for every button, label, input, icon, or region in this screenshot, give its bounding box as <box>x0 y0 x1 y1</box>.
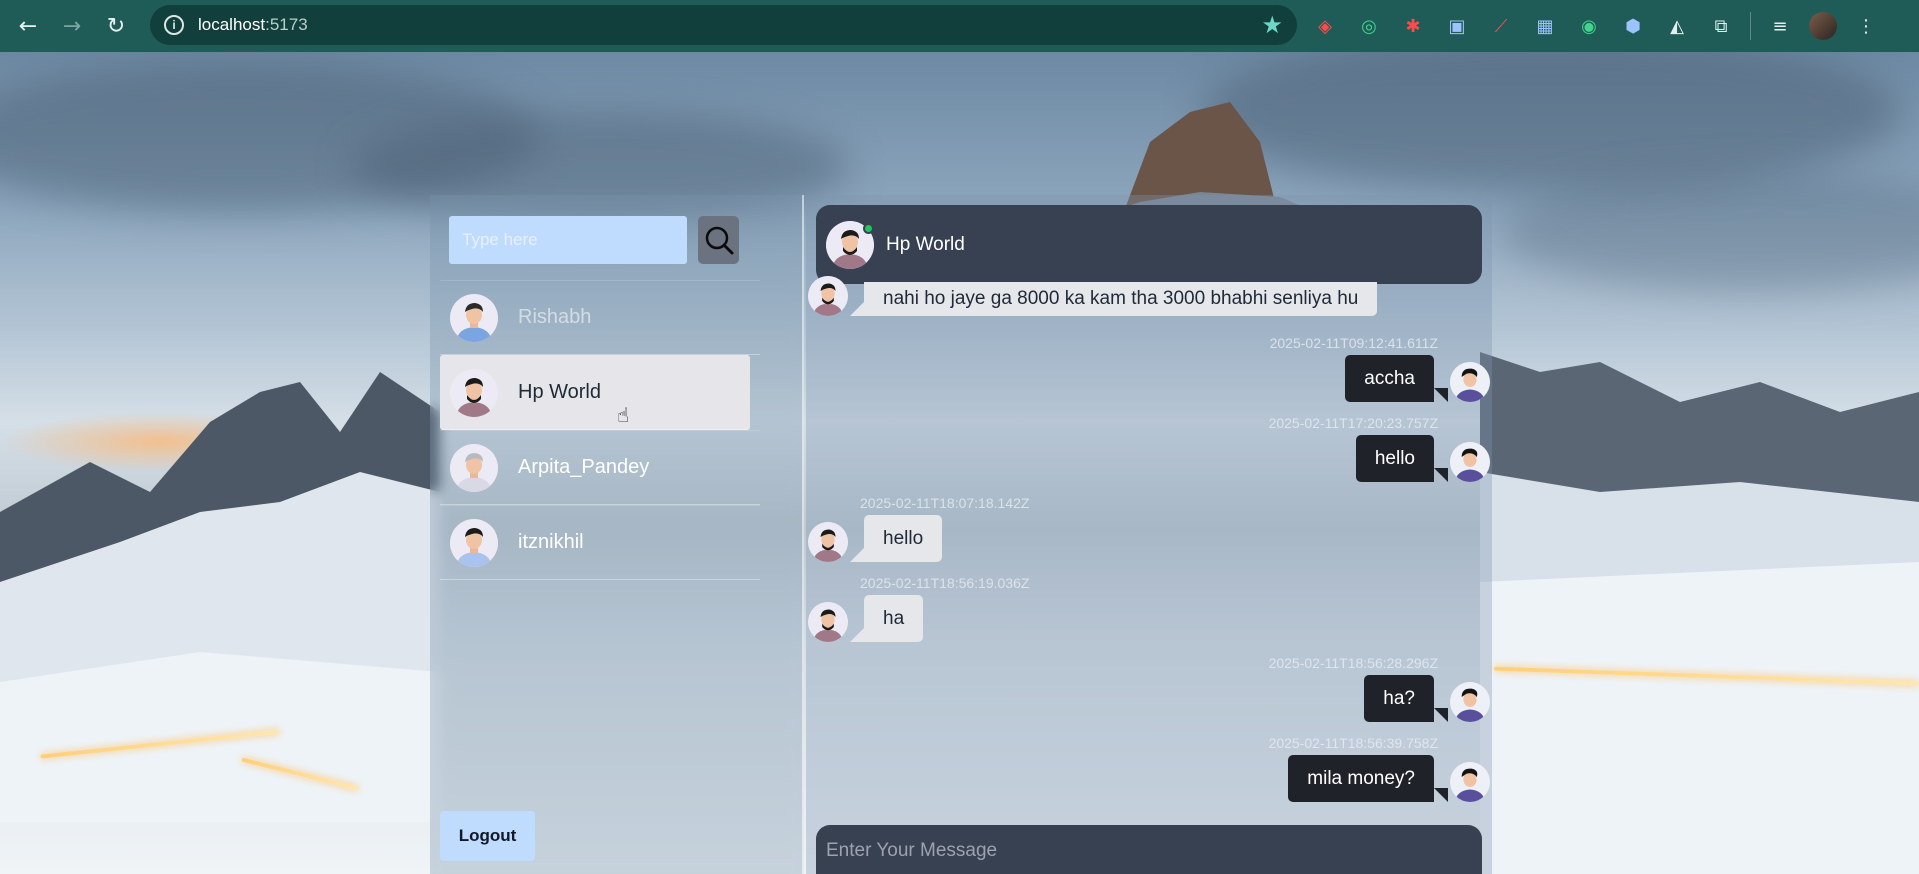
incoming-message: nahi ho jaye ga 8000 ka kam tha 3000 bha… <box>808 276 1378 316</box>
user-avatar <box>450 443 498 492</box>
sidebar: Rishabh Hp World Arpita_Pandey itznikhil Lo… <box>430 195 804 874</box>
message-bubble: ha <box>849 595 924 642</box>
incoming-message: ha <box>808 595 924 642</box>
url-port: :5173 <box>265 15 308 34</box>
message-timestamp: 2025-02-11T09:12:41.611Z <box>1269 335 1438 351</box>
outgoing-message: ha? <box>1364 675 1490 722</box>
chat-header: Hp World <box>816 205 1482 284</box>
outgoing-message: accha <box>1345 355 1490 402</box>
search-row <box>449 216 739 264</box>
url-host: localhost <box>198 15 266 34</box>
photo-icon[interactable]: ▦ <box>1530 11 1560 41</box>
user-avatar <box>450 293 498 342</box>
toolbar-divider <box>1750 12 1751 40</box>
user-item[interactable]: Rishabh <box>440 280 760 355</box>
message-bubble: ha? <box>1364 675 1448 722</box>
outgoing-message: mila money? <box>1288 755 1490 802</box>
bookmark-star-icon[interactable]: ★ <box>1261 11 1283 39</box>
user-name: Hp World <box>518 381 601 403</box>
user-avatar <box>450 518 498 567</box>
user-avatar <box>450 368 498 417</box>
logout-button[interactable]: Logout <box>440 811 535 861</box>
message-timestamp: 2025-02-11T18:56:28.296Z <box>1268 655 1438 671</box>
eye-icon[interactable]: ◉ <box>1574 11 1604 41</box>
slash-icon[interactable]: ⟋ <box>1486 11 1516 41</box>
user-name: Rishabh <box>518 306 592 328</box>
site-info-icon[interactable]: i <box>164 15 184 35</box>
extensions-icon[interactable]: ⧉ <box>1706 11 1736 41</box>
message-timestamp: 2025-02-11T18:07:18.142Z <box>860 495 1030 511</box>
user-item[interactable]: Arpita_Pandey <box>440 430 760 505</box>
message-bubble: mila money? <box>1288 755 1448 802</box>
search-icon <box>705 226 733 255</box>
forward-icon[interactable]: → <box>50 4 94 48</box>
target-icon[interactable]: ◎ <box>1354 11 1384 41</box>
message-avatar <box>1450 442 1490 482</box>
message-avatar <box>808 602 848 642</box>
puzzle-red-icon[interactable]: ✱ <box>1398 11 1428 41</box>
message-avatar <box>808 522 848 562</box>
search-input[interactable] <box>449 216 687 264</box>
hex-icon[interactable]: ⬢ <box>1618 11 1648 41</box>
hand-cursor-icon: ☝ <box>617 403 630 427</box>
message-avatar <box>1450 682 1490 722</box>
triangle-icon[interactable]: ◭ <box>1662 11 1692 41</box>
message-timestamp: 2025-02-11T17:20:23.757Z <box>1268 415 1438 431</box>
profile-avatar[interactable] <box>1809 12 1837 40</box>
message-timestamp: 2025-02-11T18:56:19.036Z <box>860 575 1030 591</box>
chat-header-name: Hp World <box>886 233 965 255</box>
reload-icon[interactable]: ↻ <box>94 4 138 48</box>
search-button[interactable] <box>698 216 739 264</box>
extensions-toolbar: ◈ ◎ ✱ ▣ ⟋ ▦ ◉ ⬢ ◭ ⧉ ≡ ⋮ <box>1310 8 1881 44</box>
back-icon[interactable]: ← <box>6 4 50 48</box>
window-icon[interactable]: ▣ <box>1442 11 1472 41</box>
message-list: nahi ho jaye ga 8000 ka kam tha 3000 bha… <box>806 276 1492 805</box>
message-bubble: accha <box>1345 355 1448 402</box>
message-bubble: hello <box>1355 435 1449 482</box>
incoming-message: hello <box>808 515 943 562</box>
user-list: Rishabh Hp World Arpita_Pandey itznikhil <box>440 280 760 580</box>
browser-toolbar: ← → ↻ i localhost:5173 ★ ◈ ◎ ✱ ▣ ⟋ ▦ ◉ ⬢ ◭ ⧉ ≡ ⋮ <box>0 0 1919 52</box>
media-control-icon[interactable]: ≡ <box>1765 11 1795 41</box>
message-bubble: nahi ho jaye ga 8000 ka kam tha 3000 bha… <box>849 282 1378 316</box>
message-avatar <box>1450 362 1490 402</box>
message-input[interactable] <box>816 825 1482 874</box>
outgoing-message: hello <box>1355 435 1490 482</box>
browser-menu-icon[interactable]: ⋮ <box>1851 11 1881 41</box>
user-item[interactable]: Hp World <box>440 355 750 430</box>
online-indicator <box>863 223 874 234</box>
message-bubble: hello <box>849 515 943 562</box>
chat-app: Rishabh Hp World Arpita_Pandey itznikhil Lo… <box>430 195 1492 874</box>
user-name: itznikhil <box>518 531 584 553</box>
user-name: Arpita_Pandey <box>518 456 650 478</box>
user-item[interactable]: itznikhil <box>440 505 760 580</box>
message-avatar <box>808 276 848 316</box>
ublock-icon[interactable]: ◈ <box>1310 11 1340 41</box>
address-bar[interactable]: i localhost:5173 ★ <box>150 5 1297 45</box>
message-timestamp: 2025-02-11T18:56:39.758Z <box>1268 735 1438 751</box>
chat-panel: Hp World nahi ho jaye ga 8000 ka kam tha… <box>806 195 1492 874</box>
message-avatar <box>1450 762 1490 802</box>
